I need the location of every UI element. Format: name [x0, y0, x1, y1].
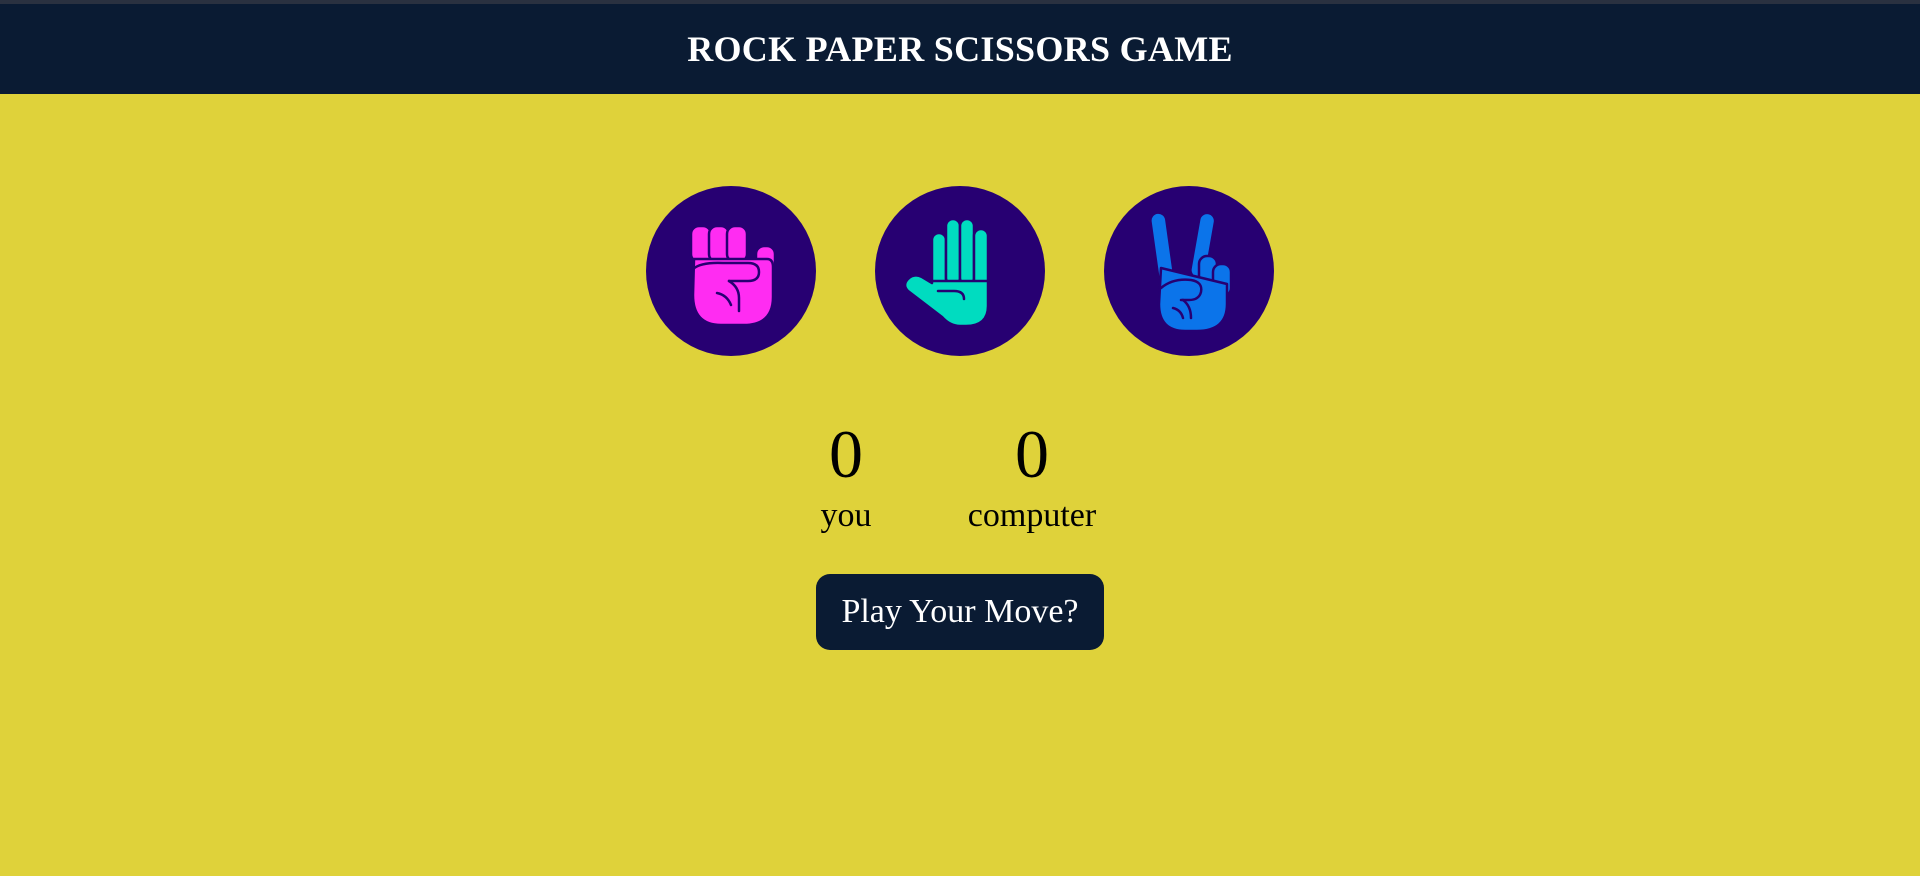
scissors-peace-icon [1149, 211, 1233, 333]
computer-score-value: 0 [1015, 416, 1049, 492]
user-score-value: 0 [829, 416, 863, 492]
paper-hand-icon [903, 217, 990, 328]
computer-score-label: computer [967, 497, 1097, 534]
page-title: ROCK PAPER SCISSORS GAME [687, 29, 1233, 69]
rock-fist-icon [689, 224, 777, 327]
user-score: 0 you [796, 420, 896, 536]
choice-buttons [646, 186, 1274, 356]
rock-choice-button[interactable] [646, 186, 816, 356]
paper-choice-button[interactable] [875, 186, 1045, 356]
page-header: ROCK PAPER SCISSORS GAME [0, 4, 1920, 94]
computer-score: 0 computer [952, 420, 1112, 536]
user-score-label: you [820, 497, 872, 534]
play-move-button[interactable]: Play Your Move? [816, 574, 1104, 650]
scissors-choice-button[interactable] [1104, 186, 1274, 356]
